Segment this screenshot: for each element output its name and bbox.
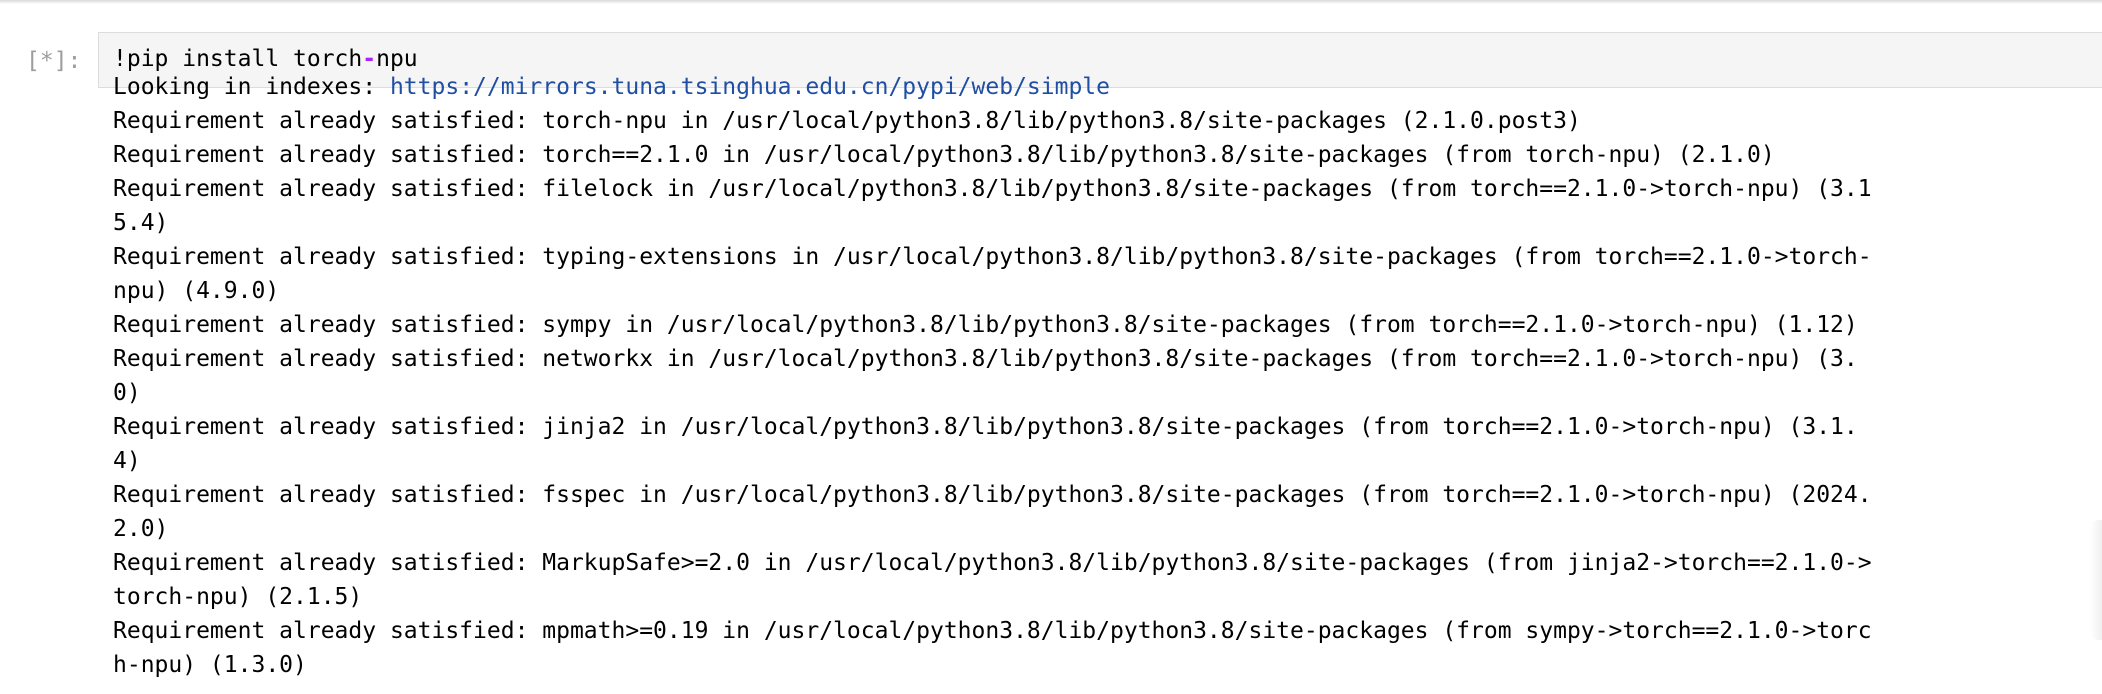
code-command: !pip install torch [113, 46, 363, 72]
cell-input-code[interactable]: !pip install torch-npu [113, 46, 418, 72]
index-url-link[interactable]: https://mirrors.tuna.tsinghua.edu.cn/pyp… [390, 74, 1110, 100]
output-line: 2.0) [113, 516, 169, 542]
output-line: npu) (4.9.0) [113, 278, 280, 304]
output-line: 5.4) [113, 210, 169, 236]
output-line: Requirement already satisfied: mpmath>=0… [113, 618, 1872, 644]
output-line: 4) [113, 448, 141, 474]
output-line: Requirement already satisfied: torch-npu… [113, 108, 1581, 134]
output-line: Requirement already satisfied: sympy in … [113, 312, 1858, 338]
output-line: Requirement already satisfied: filelock … [113, 176, 1872, 202]
output-line: Requirement already satisfied: typing-ex… [113, 244, 1872, 270]
output-line: Requirement already satisfied: MarkupSaf… [113, 550, 1872, 576]
output-line: 0) [113, 380, 141, 406]
output-line: Requirement already satisfied: jinja2 in… [113, 414, 1858, 440]
code-argument: npu [376, 46, 418, 72]
output-line: h-npu) (1.3.0) [113, 652, 307, 678]
output-line: torch-npu) (2.1.5) [113, 584, 363, 610]
output-line: Requirement already satisfied: fsspec in… [113, 482, 1872, 508]
cell-output: Looking in indexes: https://mirrors.tuna… [113, 70, 2102, 682]
output-line: Requirement already satisfied: networkx … [113, 346, 1858, 372]
code-operator: - [362, 46, 377, 72]
execution-prompt: [*]: [26, 48, 82, 74]
scroll-indicator[interactable] [2090, 520, 2102, 640]
output-line: Requirement already satisfied: torch==2.… [113, 142, 1775, 168]
toolbar-divider [0, 0, 2102, 4]
index-label: Looking in indexes: [113, 74, 390, 100]
output-line-index: Looking in indexes: https://mirrors.tuna… [113, 70, 2102, 104]
notebook-page: [*]: !pip install torch-npu Looking in i… [0, 0, 2102, 694]
